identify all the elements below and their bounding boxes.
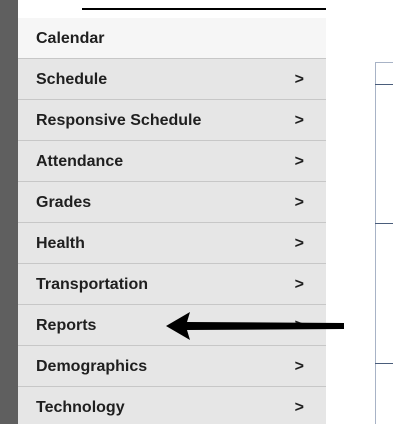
chevron-right-icon: > [294, 276, 304, 293]
sidebar-item-attendance[interactable]: Attendance > [18, 141, 326, 182]
sidebar-menu: Calendar Schedule > Responsive Schedule … [18, 18, 326, 424]
chevron-right-icon: > [294, 194, 304, 211]
sidebar-item-label: Reports [36, 317, 97, 334]
sidebar-item-transportation[interactable]: Transportation > [18, 264, 326, 305]
sidebar-item-label: Health [36, 235, 85, 252]
sidebar-item-label: Calendar [36, 30, 105, 47]
sidebar-item-health[interactable]: Health > [18, 223, 326, 264]
sidebar-item-label: Schedule [36, 71, 108, 88]
sidebar-item-demographics[interactable]: Demographics > [18, 346, 326, 387]
sidebar-item-label: Transportation [36, 276, 149, 293]
chevron-right-icon: > [294, 358, 304, 375]
sidebar-item-label: Responsive Schedule [36, 112, 202, 129]
sidebar-item-label: Technology [36, 399, 125, 416]
content-divider [375, 84, 393, 85]
chevron-right-icon: > [294, 71, 304, 88]
sidebar-item-responsive-schedule[interactable]: Responsive Schedule > [18, 100, 326, 141]
content-panel [375, 62, 393, 424]
sidebar-item-grades[interactable]: Grades > [18, 182, 326, 223]
screenshot: Calendar Schedule > Responsive Schedule … [0, 0, 393, 424]
sidebar-item-label: Grades [36, 194, 92, 211]
sidebar-item-calendar[interactable]: Calendar [18, 18, 326, 59]
content-divider [375, 363, 393, 364]
content-divider [375, 223, 393, 224]
chevron-right-icon: > [294, 399, 304, 416]
sidebar-item-label: Demographics [36, 358, 148, 375]
sidebar-item-technology[interactable]: Technology > [18, 387, 326, 424]
chevron-right-icon: > [294, 112, 304, 129]
sidebar-item-schedule[interactable]: Schedule > [18, 59, 326, 100]
top-rule [82, 8, 326, 10]
sidebar-item-label: Attendance [36, 153, 124, 170]
left-arrow-icon [166, 312, 344, 340]
chevron-right-icon: > [294, 235, 304, 252]
sidebar-edge [0, 0, 18, 424]
chevron-right-icon: > [294, 153, 304, 170]
